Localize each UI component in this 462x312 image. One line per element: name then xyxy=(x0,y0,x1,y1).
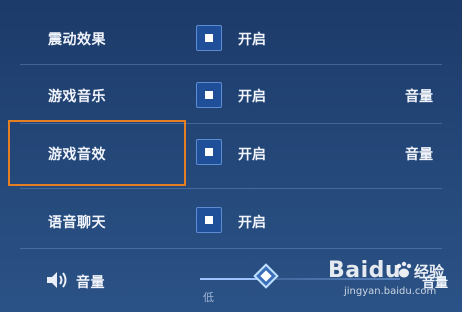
game-sound-toggle-text: 开启 xyxy=(238,147,266,163)
volume-label: 音量 xyxy=(76,275,105,291)
setting-label-vibration: 震动效果 xyxy=(48,32,106,48)
speaker-icon xyxy=(47,272,67,288)
setting-label-game-music: 游戏音乐 xyxy=(48,89,106,105)
vibration-toggle-text: 开启 xyxy=(238,32,266,48)
vibration-checkbox[interactable] xyxy=(196,25,222,51)
setting-row-vibration: 震动效果 开启 xyxy=(0,22,462,54)
paw-icon xyxy=(396,261,412,278)
volume-low-label: 低 xyxy=(203,291,214,304)
game-music-volume-label: 音量 xyxy=(405,89,433,105)
divider xyxy=(20,188,442,189)
setting-row-voice-chat: 语音聊天 开启 xyxy=(0,205,462,237)
divider xyxy=(20,248,442,249)
highlight-box xyxy=(8,120,186,186)
setting-row-game-music: 游戏音乐 开启 音量 xyxy=(0,79,462,111)
baidu-logo-text: Baidu xyxy=(328,258,402,283)
game-sound-volume-label: 音量 xyxy=(405,147,433,163)
volume-right-label: 音量 xyxy=(422,276,449,291)
voice-chat-toggle-text: 开启 xyxy=(238,215,266,231)
volume-slider-thumb[interactable] xyxy=(253,263,279,289)
divider xyxy=(20,64,442,65)
game-sound-checkbox[interactable] xyxy=(196,139,222,165)
game-music-checkbox[interactable] xyxy=(196,82,222,108)
setting-label-voice-chat: 语音聊天 xyxy=(48,215,106,231)
game-music-toggle-text: 开启 xyxy=(238,89,266,105)
voice-chat-checkbox[interactable] xyxy=(196,207,222,233)
